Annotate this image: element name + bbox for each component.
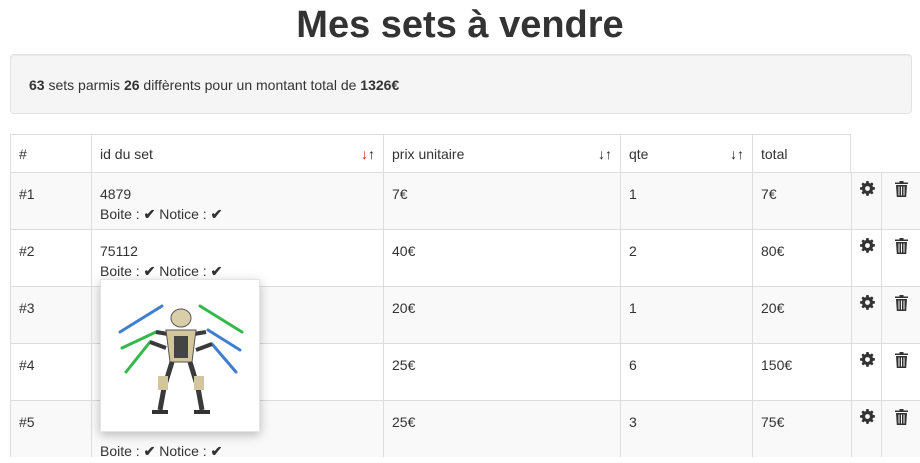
edit-button[interactable] (851, 343, 882, 400)
row-qty: 3 (620, 400, 753, 457)
row-total: 20€ (752, 286, 851, 343)
edit-button[interactable] (851, 229, 882, 286)
row-qty: 2 (620, 229, 753, 286)
delete-button[interactable] (881, 343, 920, 400)
set-options: Boite : ✔ Notice : ✔ (100, 263, 223, 279)
edit-button[interactable] (851, 400, 882, 457)
sort-price-icon[interactable]: ↓↑ (598, 135, 612, 173)
gear-icon (859, 295, 875, 310)
set-figure-image (118, 304, 244, 414)
trash-icon (894, 181, 908, 197)
trash-icon (894, 409, 908, 425)
trash-icon (894, 238, 908, 254)
row-index: #4 (10, 343, 92, 400)
set-id[interactable]: 75112 (100, 241, 384, 261)
table-row: #1 4879 Boite : ✔ Notice : ✔ 7€ 1 7€ (10, 172, 920, 229)
check-icon: ✔ (143, 263, 156, 279)
row-qty: 1 (620, 172, 753, 229)
row-qty: 1 (620, 286, 753, 343)
delete-button[interactable] (881, 172, 920, 229)
page-title: Mes sets à vendre (296, 4, 624, 46)
gear-icon (859, 352, 875, 367)
check-icon: ✔ (210, 263, 223, 279)
row-price: 25€ (383, 343, 621, 400)
row-price: 20€ (383, 286, 621, 343)
row-price: 25€ (383, 400, 621, 457)
delete-button[interactable] (881, 400, 920, 457)
row-set-id-cell[interactable]: 75112 Boite : ✔ Notice : ✔ (91, 229, 384, 286)
row-price: 40€ (383, 229, 621, 286)
row-total: 7€ (752, 172, 851, 229)
header-unit-price[interactable]: prix unitaire ↓↑ (383, 134, 621, 173)
row-total: 75€ (752, 400, 851, 457)
row-index: #1 (10, 172, 92, 229)
header-index: # (10, 134, 92, 173)
summary-text-2: diffèrents pour un montant total de (139, 77, 361, 93)
sets-count: 63 (29, 77, 45, 93)
row-index: #2 (10, 229, 92, 286)
sort-set-id-icon[interactable]: ↓↑ (361, 135, 375, 173)
row-total: 150€ (752, 343, 851, 400)
row-set-id-cell[interactable]: 4879 Boite : ✔ Notice : ✔ (91, 172, 384, 229)
check-icon: ✔ (210, 206, 223, 222)
total-amount: 1326€ (360, 77, 400, 93)
delete-button[interactable] (881, 229, 920, 286)
distinct-count: 26 (123, 77, 140, 93)
summary-text-1: sets parmis (44, 77, 124, 93)
check-icon: ✔ (143, 443, 156, 459)
gear-icon (859, 409, 875, 424)
gear-icon (859, 181, 875, 196)
header-total: total (752, 134, 851, 173)
summary-well: 63 sets parmis 26 diffèrents pour un mon… (10, 54, 912, 114)
set-id[interactable]: 4879 (100, 184, 384, 204)
trash-icon (894, 352, 908, 368)
set-options: Boite : ✔ Notice : ✔ (100, 206, 223, 222)
row-price: 7€ (383, 172, 621, 229)
edit-button[interactable] (851, 286, 882, 343)
edit-button[interactable] (851, 172, 882, 229)
row-index: #3 (10, 286, 92, 343)
sort-qty-icon[interactable]: ↓↑ (730, 135, 744, 173)
gear-icon (859, 238, 875, 253)
row-index: #5 (10, 400, 92, 457)
check-icon: ✔ (143, 206, 156, 222)
check-icon: ✔ (210, 443, 223, 459)
set-image (116, 292, 246, 420)
row-qty: 6 (620, 343, 753, 400)
delete-button[interactable] (881, 286, 920, 343)
table-row: #2 75112 Boite : ✔ Notice : ✔ 40€ 2 80€ (10, 229, 920, 286)
set-options: Boite : ✔ Notice : ✔ (100, 443, 223, 459)
set-image-popover (100, 279, 260, 432)
header-qty[interactable]: qte ↓↑ (620, 134, 753, 173)
trash-icon (894, 295, 908, 311)
row-total: 80€ (752, 229, 851, 286)
header-set-id[interactable]: id du set ↓↑ (91, 134, 384, 173)
